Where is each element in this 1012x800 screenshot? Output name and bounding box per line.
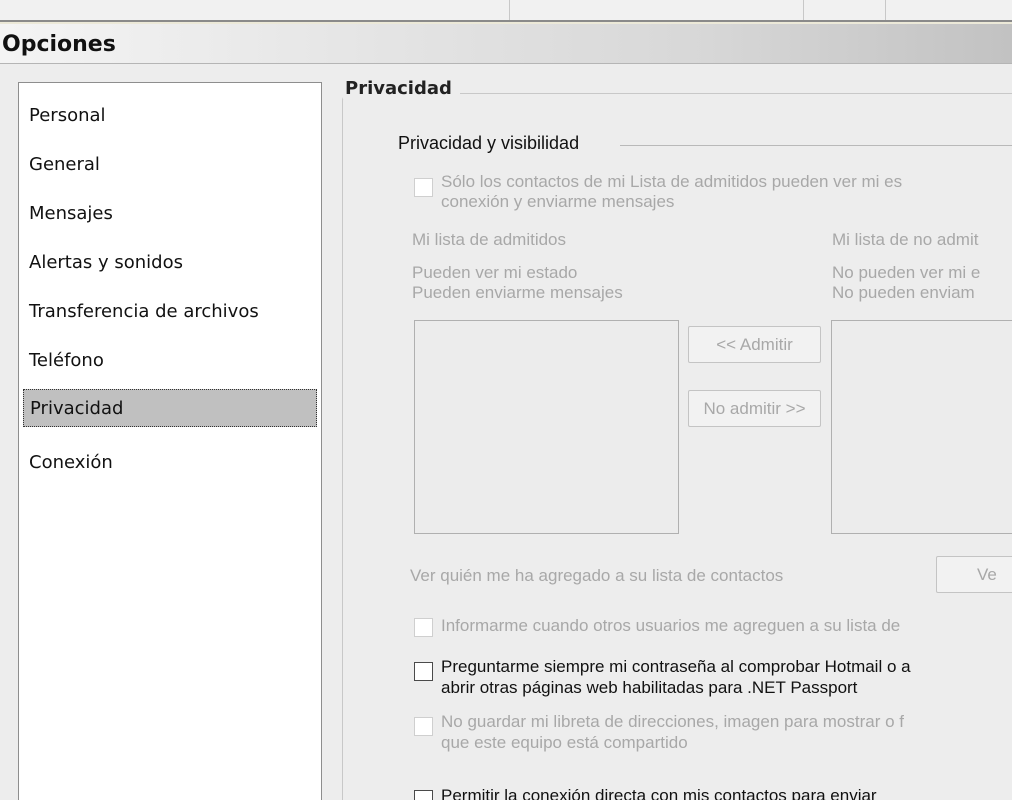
category-list: Personal General Mensajes Alertas y soni… bbox=[18, 82, 322, 800]
notify-added-label: Informarme cuando otros usuarios me agre… bbox=[441, 616, 901, 635]
category-item-phone[interactable]: Teléfono bbox=[23, 342, 317, 380]
category-item-personal[interactable]: Personal bbox=[23, 97, 317, 135]
privacy-group-title: Privacidad bbox=[343, 78, 460, 99]
strip-cell bbox=[0, 0, 510, 20]
section-divider bbox=[620, 145, 1012, 146]
direct-connection-checkbox[interactable] bbox=[414, 790, 433, 800]
view-who-added-label: Ver quién me ha agregado a su lista de c… bbox=[410, 566, 784, 585]
category-item-file-transfer[interactable]: Transferencia de archivos bbox=[23, 293, 317, 331]
ask-password-label-line1: Preguntarme siempre mi contraseña al com… bbox=[441, 657, 911, 676]
block-button[interactable]: No admitir >> bbox=[688, 390, 821, 427]
category-item-messages[interactable]: Mensajes bbox=[23, 195, 317, 233]
dont-save-address-book-label-line1: No guardar mi libreta de direcciones, im… bbox=[441, 712, 904, 731]
block-list-box[interactable] bbox=[831, 320, 1012, 534]
strip-cell bbox=[510, 0, 804, 20]
block-list-title: Mi lista de no admit bbox=[832, 230, 979, 249]
allow-list-title: Mi lista de admitidos bbox=[412, 230, 567, 249]
dont-save-address-book-checkbox[interactable] bbox=[414, 717, 433, 736]
view-button[interactable]: Ve bbox=[936, 556, 1012, 593]
category-item-privacy[interactable]: Privacidad bbox=[23, 389, 317, 427]
allow-button[interactable]: << Admitir bbox=[688, 326, 821, 363]
allow-list-only-checkbox[interactable] bbox=[414, 178, 433, 197]
allow-list-only-label-line2: conexión y enviarme mensajes bbox=[441, 192, 675, 211]
notify-added-checkbox[interactable] bbox=[414, 618, 433, 637]
ask-password-label-line2: abrir otras páginas web habilitadas para… bbox=[441, 678, 858, 697]
dont-save-address-book-label-line2: que este equipo está compartido bbox=[441, 733, 688, 752]
block-list-desc-status: No pueden ver mi e bbox=[832, 263, 981, 282]
direct-connection-label: Permitir la conexión directa con mis con… bbox=[441, 786, 877, 800]
category-item-connection[interactable]: Conexión bbox=[23, 444, 317, 482]
allow-list-only-label-line1: Sólo los contactos de mi Lista de admiti… bbox=[441, 172, 903, 191]
ask-password-checkbox[interactable] bbox=[414, 662, 433, 681]
window-title: Opciones bbox=[2, 32, 116, 57]
block-list-desc-messages: No pueden enviam bbox=[832, 283, 975, 302]
privacy-visibility-heading: Privacidad y visibilidad bbox=[398, 133, 590, 154]
allow-list-desc-messages: Pueden enviarme mensajes bbox=[412, 283, 623, 302]
parent-window-strip bbox=[0, 0, 1012, 22]
category-item-alerts-sounds[interactable]: Alertas y sonidos bbox=[23, 244, 317, 282]
options-title-bar: Opciones bbox=[0, 24, 1012, 64]
strip-cell bbox=[804, 0, 886, 20]
category-item-general[interactable]: General bbox=[23, 146, 317, 184]
allow-list-desc-status: Pueden ver mi estado bbox=[412, 263, 578, 282]
allow-list-box[interactable] bbox=[414, 320, 679, 534]
